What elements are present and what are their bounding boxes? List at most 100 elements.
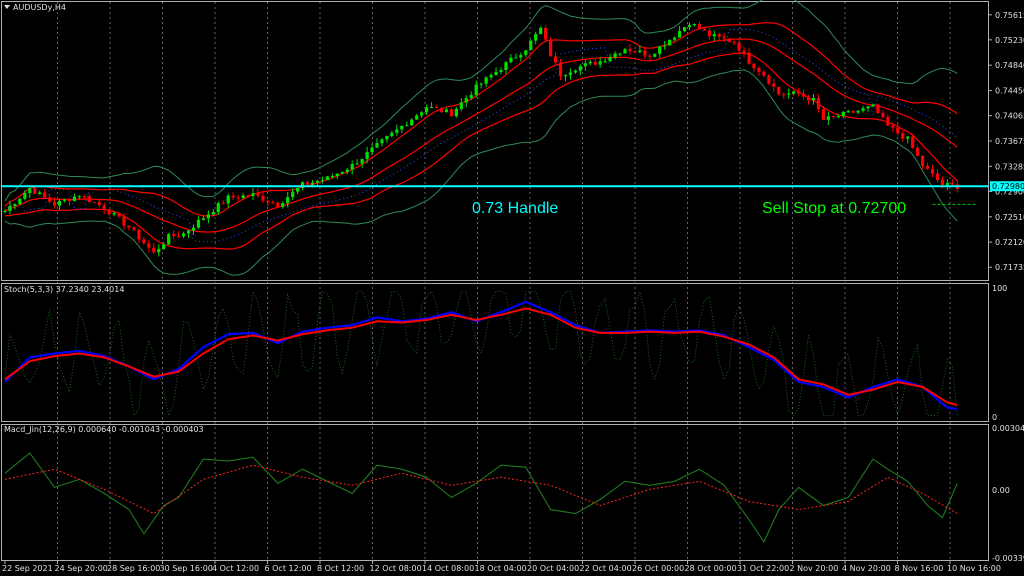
- candle-bull: [866, 106, 870, 109]
- candle-bear: [48, 197, 52, 202]
- candle-bear: [67, 199, 72, 202]
- macd-header: Macd_Jin(12,26,9) 0.000640 -0.001043 -0.…: [4, 425, 204, 434]
- candle-bear: [276, 202, 280, 207]
- trading-chart[interactable]: AUDUSDy,H4 Stoch(5,3,3) 37.2340 23.4014 …: [0, 0, 1024, 576]
- time-tick-label: 12 Oct 08:00: [370, 564, 422, 573]
- candle-bear: [549, 39, 553, 57]
- candle-bull: [663, 45, 667, 47]
- candle-bull: [529, 40, 533, 51]
- candle-bear: [102, 205, 106, 210]
- symbol-header[interactable]: AUDUSDy,H4: [4, 3, 66, 12]
- candle-bear: [707, 30, 711, 37]
- candle-bull: [201, 218, 205, 220]
- candle-bear: [772, 83, 776, 87]
- price-badge: 0.72980: [990, 181, 1024, 192]
- candle-bear: [87, 196, 91, 202]
- candle-bear: [727, 38, 731, 42]
- candle-bull: [841, 111, 845, 117]
- time-tick-label: 4 Oct 12:00: [212, 564, 259, 573]
- candle-bull: [281, 203, 285, 207]
- candle-bull: [375, 143, 379, 148]
- candle-bear: [742, 50, 746, 53]
- candle-bull: [296, 187, 300, 192]
- candle-bull: [578, 66, 582, 71]
- candle-bull: [479, 83, 483, 85]
- candle-bear: [92, 201, 96, 203]
- candle-bull: [459, 102, 463, 109]
- candle-bear: [266, 200, 270, 203]
- candle-bull: [400, 126, 404, 130]
- candle-bull: [112, 212, 116, 215]
- time-tick-label: 30 Sep 16:00: [160, 564, 213, 573]
- candle-bear: [737, 42, 741, 51]
- candle-bear: [137, 229, 141, 240]
- price-tick-label: 0.72120: [995, 238, 1024, 247]
- candle-bull: [370, 147, 374, 153]
- candle-bear: [916, 147, 920, 156]
- candle-bull: [167, 234, 171, 245]
- candle-bull: [682, 27, 687, 32]
- candle-bear: [177, 236, 181, 238]
- candle-bull: [454, 108, 458, 117]
- candle-bear: [717, 34, 721, 37]
- candle-bull: [390, 132, 394, 136]
- stoch-axis-top: 100: [992, 284, 1007, 293]
- candle-bull: [583, 63, 587, 67]
- candle-bear: [797, 91, 801, 94]
- candle-bear: [732, 41, 736, 43]
- candle-bear: [911, 136, 915, 148]
- candle-bear: [33, 188, 37, 194]
- candle-bull: [415, 115, 419, 120]
- candle-bull: [623, 49, 627, 54]
- candle-bull: [638, 50, 642, 53]
- candle-bull: [211, 212, 215, 215]
- candle-bull: [469, 94, 473, 99]
- candle-bear: [221, 203, 225, 205]
- candle-bear: [702, 29, 706, 31]
- candle-bull: [499, 70, 503, 72]
- time-tick-label: 22 Oct 04:00: [580, 564, 632, 573]
- candle-bull: [618, 53, 622, 55]
- candle-bull: [787, 93, 791, 95]
- candle-bull: [687, 25, 692, 28]
- candle-bear: [821, 109, 825, 120]
- candle-bull: [13, 204, 17, 207]
- candle-bull: [474, 84, 478, 95]
- candle-bull: [216, 203, 220, 213]
- candle-bear: [558, 62, 563, 77]
- price-tick-label: 0.71735: [995, 263, 1024, 272]
- candle-bull: [325, 176, 329, 181]
- candle-bull: [310, 182, 315, 185]
- candle-bull: [410, 119, 414, 126]
- candle-bull: [871, 104, 875, 107]
- symbol-label: AUDUSDy,H4: [13, 3, 66, 12]
- candle-bull: [62, 199, 67, 201]
- candle-bear: [767, 75, 771, 84]
- time-tick-label: 2 Nov 20:00: [790, 564, 839, 573]
- candle-bull: [811, 98, 816, 101]
- price-tick-label: 0.72510: [995, 213, 1024, 222]
- candle-bear: [950, 183, 954, 185]
- candle-bull: [8, 206, 12, 211]
- time-tick-label: 4 Nov 20:00: [842, 564, 891, 573]
- price-tick-label: 0.73675: [995, 137, 1024, 146]
- candle-bull: [856, 110, 860, 113]
- candle-bull: [444, 109, 449, 113]
- candle-bear: [643, 50, 647, 56]
- candle-bull: [241, 195, 245, 199]
- candle-bear: [544, 27, 548, 40]
- time-tick-label: 14 Oct 08:00: [422, 564, 474, 573]
- time-tick-label: 10 Nov 16:00: [947, 564, 1001, 573]
- candle-bull: [524, 50, 528, 55]
- candle-bear: [434, 107, 439, 109]
- candle-bear: [777, 86, 781, 95]
- candle-bear: [782, 94, 786, 96]
- candle-bull: [846, 111, 850, 113]
- candle-bull: [320, 180, 325, 182]
- candle-bull: [568, 72, 573, 75]
- candle-bear: [628, 49, 632, 52]
- candle-bear: [593, 61, 597, 65]
- candle-bear: [891, 125, 895, 128]
- time-tick-label: 18 Oct 04:00: [475, 564, 527, 573]
- candle-bear: [256, 193, 260, 196]
